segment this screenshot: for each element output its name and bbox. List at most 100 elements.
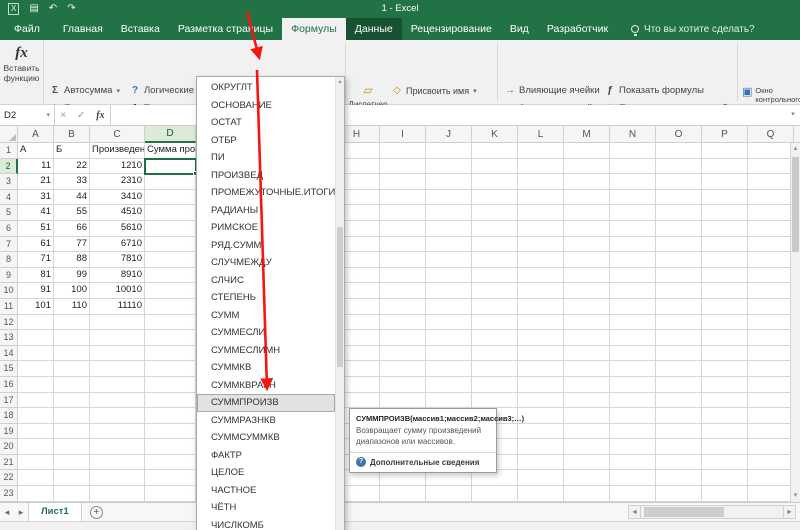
cell-K1[interactable] — [472, 143, 518, 159]
cell-J11[interactable] — [426, 299, 472, 315]
cell-Q6[interactable] — [748, 221, 794, 237]
menu-item-ОКРУГЛТ[interactable]: ОКРУГЛТ — [197, 79, 335, 97]
cell-K14[interactable] — [472, 346, 518, 362]
cell-M23[interactable] — [564, 486, 610, 502]
cell-I12[interactable] — [380, 315, 426, 331]
cell-J8[interactable] — [426, 252, 472, 268]
formula-bar-expand-icon[interactable]: ▾ — [786, 105, 800, 125]
cell-C5[interactable]: 4510 — [90, 205, 145, 221]
cell-A6[interactable]: 51 — [18, 221, 54, 237]
cell-Q19[interactable] — [748, 424, 794, 440]
row-header-7[interactable]: 7 — [0, 237, 18, 253]
cell-K4[interactable] — [472, 190, 518, 206]
cell-A13[interactable] — [18, 330, 54, 346]
cell-N4[interactable] — [610, 190, 656, 206]
menu-item-СЛЧИС[interactable]: СЛЧИС — [197, 272, 335, 290]
row-header-6[interactable]: 6 — [0, 221, 18, 237]
cell-C14[interactable] — [90, 346, 145, 362]
menu-item-ПРОМЕЖУТОЧНЫЕ.ИТОГИ[interactable]: ПРОМЕЖУТОЧНЫЕ.ИТОГИ — [197, 184, 335, 202]
cell-P18[interactable] — [702, 408, 748, 424]
cell-L11[interactable] — [518, 299, 564, 315]
cell-A21[interactable] — [18, 455, 54, 471]
cell-D17[interactable] — [145, 393, 196, 409]
cell-P15[interactable] — [702, 361, 748, 377]
cell-B10[interactable]: 100 — [54, 283, 90, 299]
cell-N20[interactable] — [610, 439, 656, 455]
cell-L22[interactable] — [518, 470, 564, 486]
cell-K13[interactable] — [472, 330, 518, 346]
cell-A3[interactable]: 21 — [18, 174, 54, 190]
cell-K9[interactable] — [472, 268, 518, 284]
cell-L18[interactable] — [518, 408, 564, 424]
cell-M7[interactable] — [564, 237, 610, 253]
scroll-down-icon[interactable]: ▾ — [791, 490, 800, 502]
menu-item-СУММКВ[interactable]: СУММКВ — [197, 359, 335, 377]
row-header-2[interactable]: 2 — [0, 159, 18, 175]
cell-A18[interactable] — [18, 408, 54, 424]
cell-I9[interactable] — [380, 268, 426, 284]
cell-P6[interactable] — [702, 221, 748, 237]
cell-K11[interactable] — [472, 299, 518, 315]
cell-A5[interactable]: 41 — [18, 205, 54, 221]
tab-Разработчик[interactable]: Разработчик — [538, 18, 617, 40]
cell-C12[interactable] — [90, 315, 145, 331]
cell-N15[interactable] — [610, 361, 656, 377]
cell-I10[interactable] — [380, 283, 426, 299]
cell-A14[interactable] — [18, 346, 54, 362]
cancel-icon[interactable]: × — [60, 110, 66, 121]
cell-C23[interactable] — [90, 486, 145, 502]
cell-K3[interactable] — [472, 174, 518, 190]
cell-M6[interactable] — [564, 221, 610, 237]
cell-P13[interactable] — [702, 330, 748, 346]
cell-N3[interactable] — [610, 174, 656, 190]
cell-M9[interactable] — [564, 268, 610, 284]
cell-M3[interactable] — [564, 174, 610, 190]
cell-D15[interactable] — [145, 361, 196, 377]
menu-scroll-up-icon[interactable]: ▴ — [336, 77, 344, 88]
column-header-P[interactable]: P — [702, 126, 748, 143]
cell-B16[interactable] — [54, 377, 90, 393]
cell-L7[interactable] — [518, 237, 564, 253]
cell-I2[interactable] — [380, 159, 426, 175]
cell-L2[interactable] — [518, 159, 564, 175]
cell-J2[interactable] — [426, 159, 472, 175]
cell-D9[interactable] — [145, 268, 196, 284]
row-header-17[interactable]: 17 — [0, 393, 18, 409]
cell-M20[interactable] — [564, 439, 610, 455]
cell-C18[interactable] — [90, 408, 145, 424]
cell-L9[interactable] — [518, 268, 564, 284]
cell-N22[interactable] — [610, 470, 656, 486]
cell-O4[interactable] — [656, 190, 702, 206]
cell-O19[interactable] — [656, 424, 702, 440]
cell-M15[interactable] — [564, 361, 610, 377]
cell-Q8[interactable] — [748, 252, 794, 268]
cell-P20[interactable] — [702, 439, 748, 455]
row-header-20[interactable]: 20 — [0, 439, 18, 455]
cell-O7[interactable] — [656, 237, 702, 253]
menu-item-ФАКТР[interactable]: ФАКТР — [197, 447, 335, 465]
cell-P2[interactable] — [702, 159, 748, 175]
column-header-L[interactable]: L — [518, 126, 564, 143]
cell-L14[interactable] — [518, 346, 564, 362]
cell-I16[interactable] — [380, 377, 426, 393]
cell-P9[interactable] — [702, 268, 748, 284]
cell-P16[interactable] — [702, 377, 748, 393]
cell-A19[interactable] — [18, 424, 54, 440]
cell-B21[interactable] — [54, 455, 90, 471]
cell-O21[interactable] — [656, 455, 702, 471]
cell-L16[interactable] — [518, 377, 564, 393]
cell-D21[interactable] — [145, 455, 196, 471]
cell-Q18[interactable] — [748, 408, 794, 424]
cell-O15[interactable] — [656, 361, 702, 377]
cell-Q2[interactable] — [748, 159, 794, 175]
cell-J23[interactable] — [426, 486, 472, 502]
cell-D4[interactable] — [145, 190, 196, 206]
row-header-9[interactable]: 9 — [0, 268, 18, 284]
cell-O10[interactable] — [656, 283, 702, 299]
cell-A2[interactable]: 11 — [18, 159, 54, 175]
menu-item-ЧАСТНОЕ[interactable]: ЧАСТНОЕ — [197, 482, 335, 500]
cell-D16[interactable] — [145, 377, 196, 393]
menu-item-ЧИСЛКОМБ[interactable]: ЧИСЛКОМБ — [197, 517, 335, 530]
hscroll-track[interactable] — [641, 505, 783, 519]
tab-Главная[interactable]: Главная — [54, 18, 112, 40]
